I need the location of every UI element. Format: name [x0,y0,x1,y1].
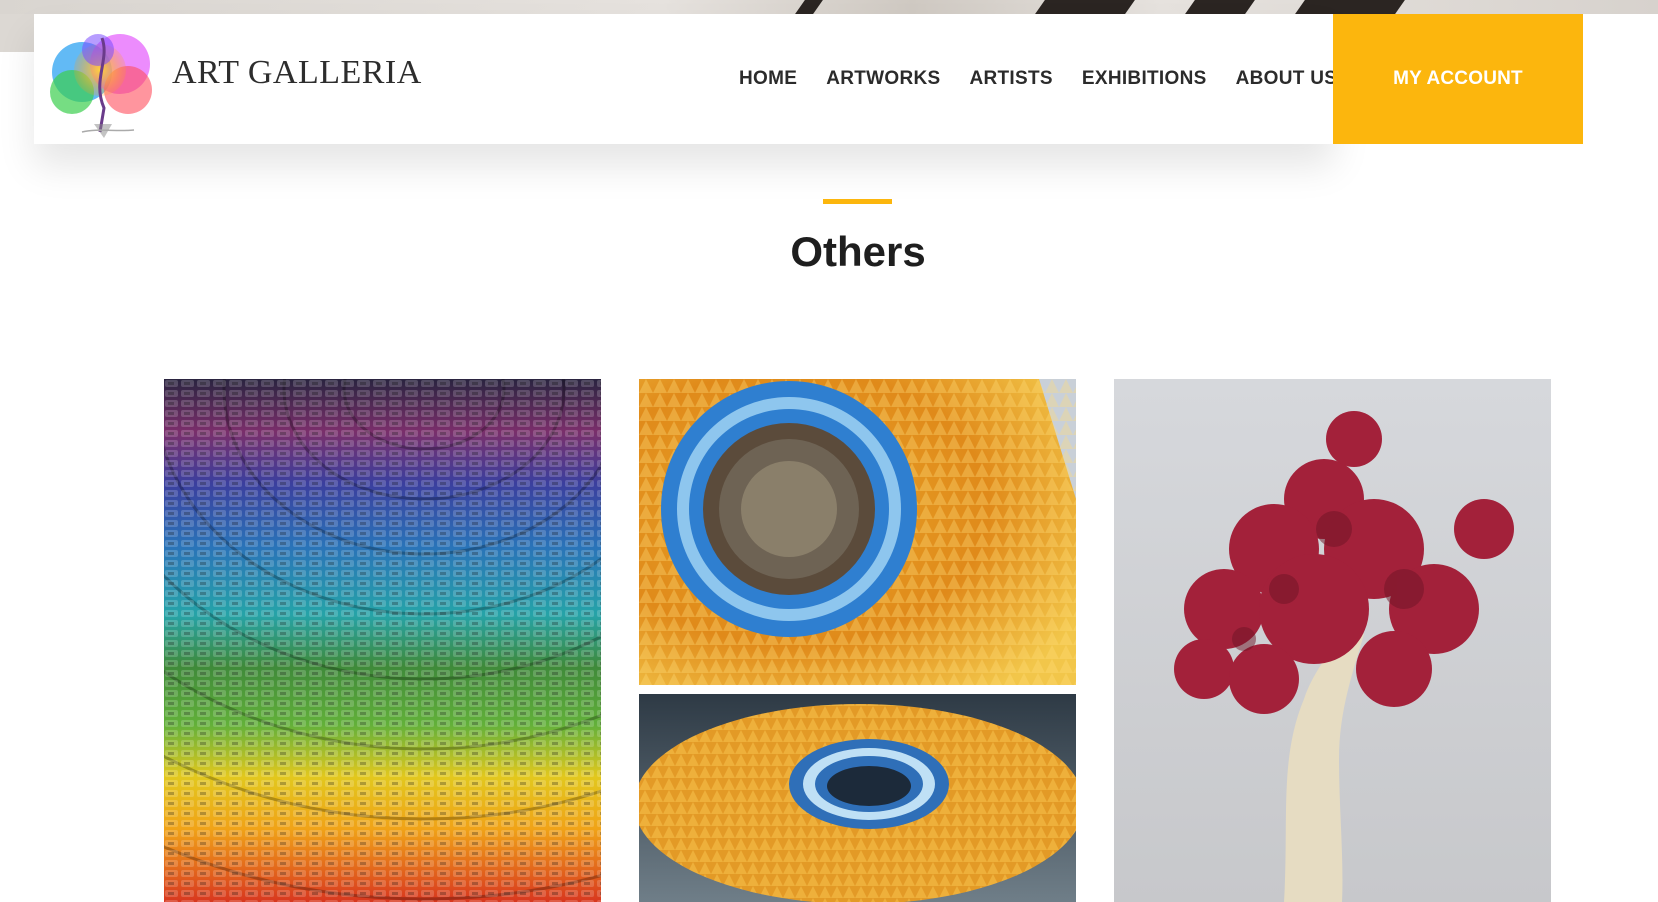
nav-exhibitions[interactable]: EXHIBITIONS [1082,68,1207,90]
nav-home[interactable]: HOME [739,68,797,90]
section-title: Others [790,228,926,275]
gallery-image-pencil-bowl[interactable] [639,694,1076,902]
site-header: ART GALLERIA HOME ARTWORKS ARTISTS EXHIB… [34,14,1337,144]
hero-image-strip [0,0,1658,14]
gallery-image-matchstick-tree[interactable] [1114,379,1551,902]
nav-artists[interactable]: ARTISTS [969,68,1052,90]
section-accent-line [823,199,892,204]
my-account-button[interactable]: MY ACCOUNT [1333,14,1583,144]
main-nav: HOME ARTWORKS ARTISTS EXHIBITIONS ABOUT … [739,14,1366,144]
gallery-image-toy-car-mosaic[interactable] [164,379,601,902]
nav-artworks[interactable]: ARTWORKS [826,68,940,90]
paint-splash-logo[interactable] [42,20,162,140]
nav-about-us[interactable]: ABOUT US [1236,68,1338,90]
gallery-image-pencil-sunflower[interactable] [639,379,1076,685]
brand-name[interactable]: ART GALLERIA [172,54,422,92]
hero-image-edge [0,14,34,52]
